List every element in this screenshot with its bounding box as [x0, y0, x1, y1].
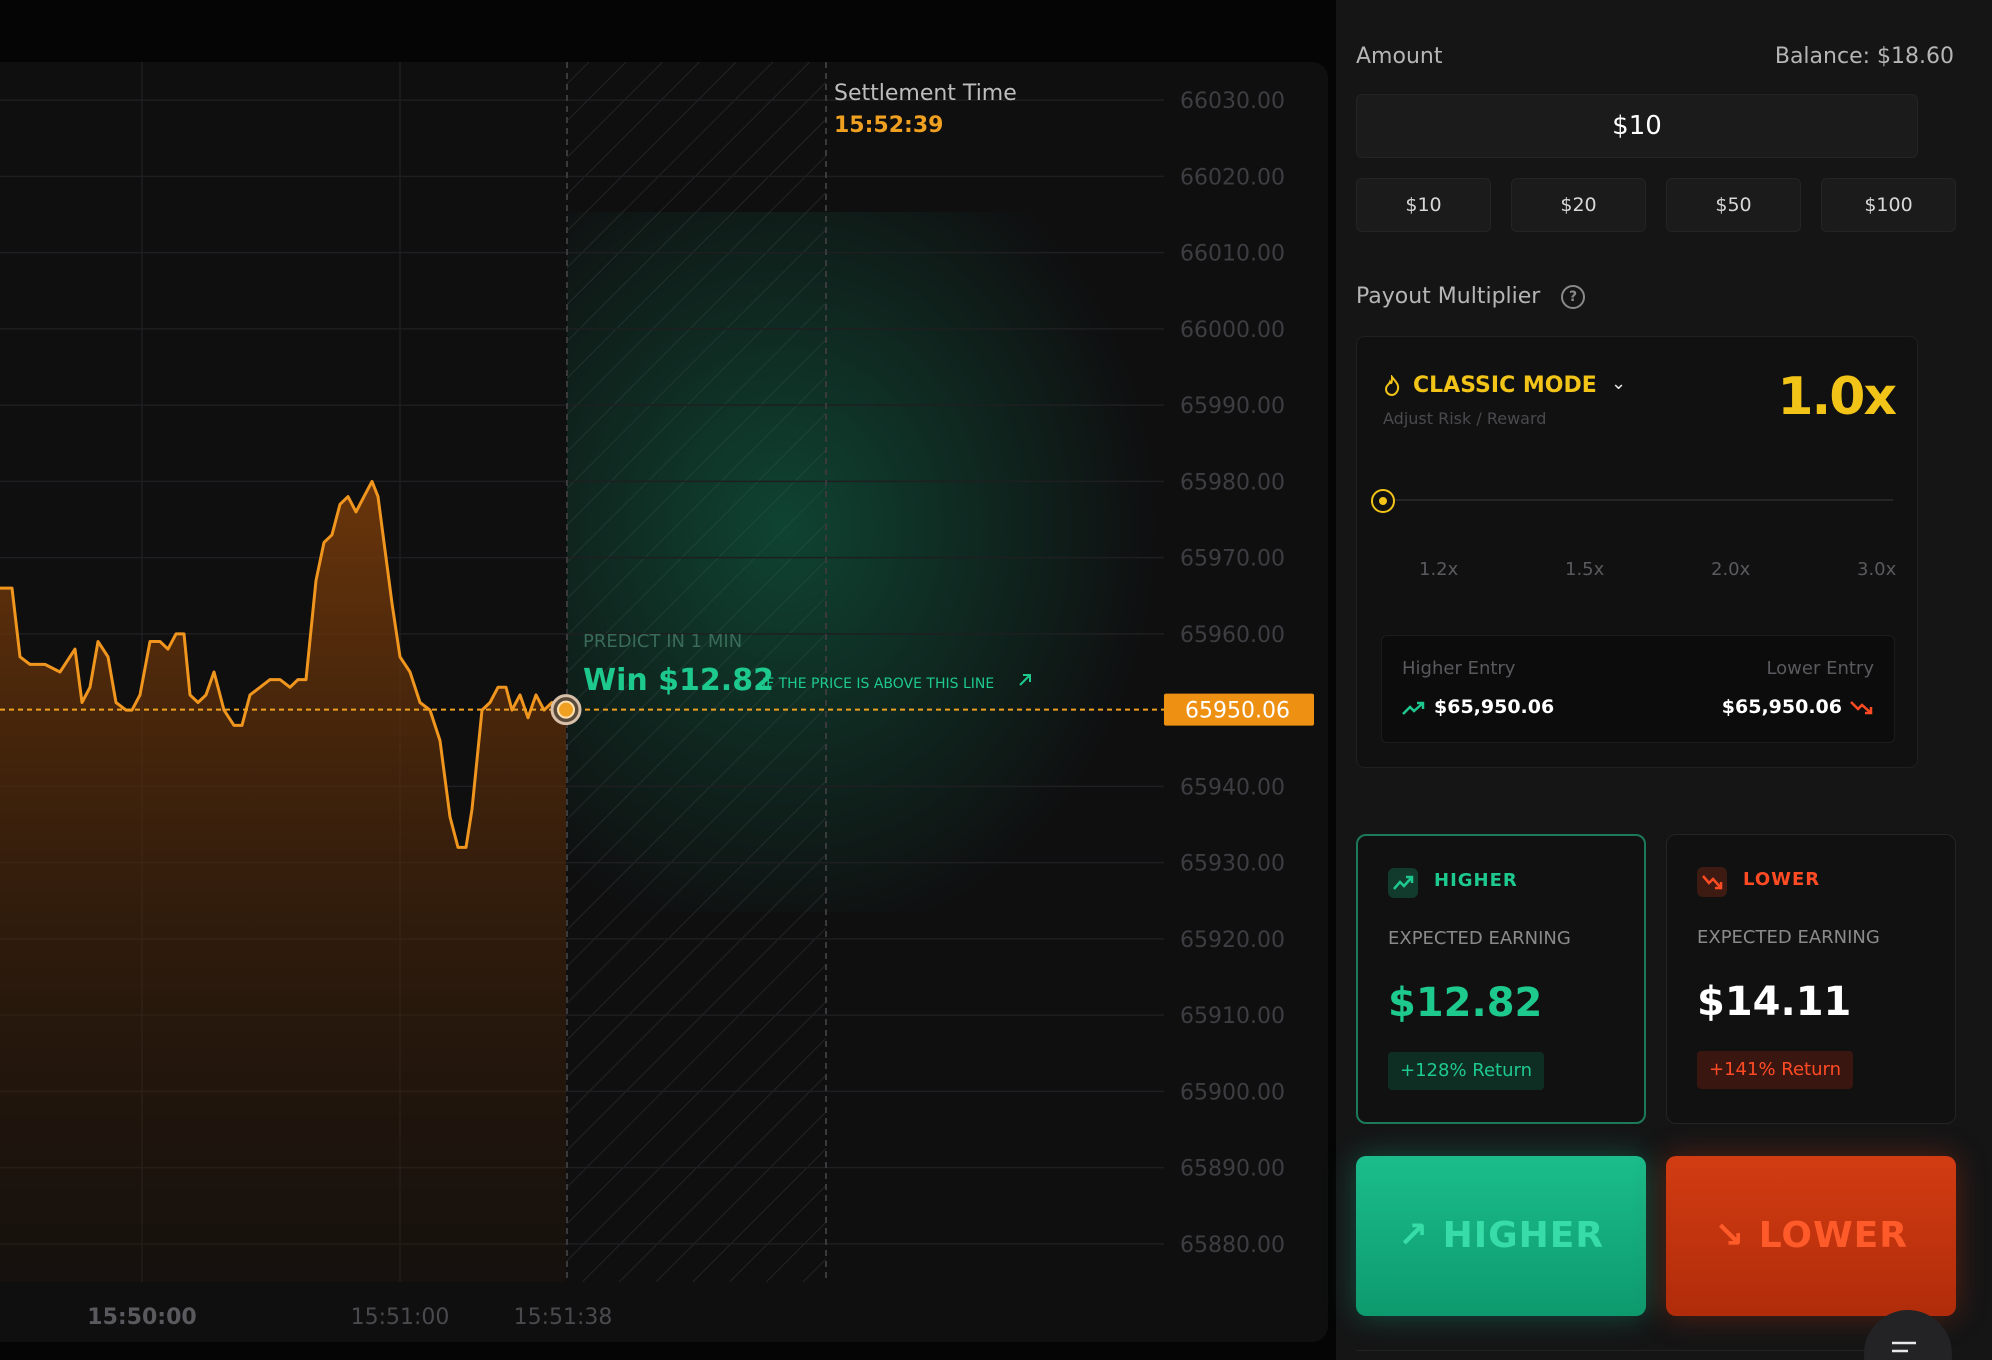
divider	[1356, 1350, 1918, 1351]
sort-icon	[1892, 1341, 1916, 1353]
lower-prediction-card[interactable]: LOWER EXPECTED EARNING $14.11 +141% Retu…	[1666, 834, 1956, 1124]
trend-down-icon	[1697, 867, 1727, 897]
x-tick-label: 15:50:00	[87, 1305, 196, 1330]
mode-selector[interactable]: CLASSIC MODE	[1413, 373, 1597, 398]
trend-up-icon	[1402, 701, 1425, 715]
lower-card-title: LOWER	[1743, 869, 1821, 890]
y-tick-label: 65930.00	[1180, 852, 1285, 877]
amount-input[interactable]: $10	[1356, 94, 1918, 158]
y-tick-label: 65900.00	[1180, 1080, 1285, 1105]
mode-subtitle: Adjust Risk / Reward	[1383, 409, 1547, 428]
y-tick-label: 65940.00	[1180, 775, 1285, 800]
settlement-label: Settlement Time	[834, 81, 1017, 106]
y-tick-label: 66000.00	[1180, 318, 1285, 343]
price-area	[0, 481, 566, 1282]
arrow-up-right-icon: ↗	[1397, 1215, 1443, 1256]
lower-expected-earning: $14.11	[1697, 979, 1852, 1025]
y-tick-label: 65910.00	[1180, 1004, 1285, 1029]
multiplier-mark[interactable]: 1.2x	[1419, 559, 1458, 580]
current-price-marker-dot	[557, 700, 575, 719]
lower-button-label: LOWER	[1758, 1215, 1908, 1256]
y-tick-label: 65880.00	[1180, 1233, 1285, 1258]
higher-entry-label: Higher Entry	[1402, 658, 1516, 679]
menu-fab-button[interactable]	[1864, 1310, 1952, 1360]
payout-multiplier-label: Payout Multiplier	[1356, 284, 1541, 309]
amount-chip-20[interactable]: $20	[1511, 178, 1646, 232]
lower-button[interactable]: ↘ LOWER	[1666, 1156, 1956, 1316]
lower-entry-value: $65,950.06	[1721, 696, 1842, 718]
multiplier-value: 1.0x	[1777, 367, 1897, 427]
lower-card-subtitle: EXPECTED EARNING	[1697, 927, 1880, 948]
amount-label: Amount	[1356, 44, 1443, 69]
lower-entry-label: Lower Entry	[1766, 658, 1874, 679]
entry-prices-box: Higher Entry $65,950.06 Lower Entry $65,…	[1381, 635, 1895, 743]
trend-up-icon	[1388, 868, 1418, 898]
prediction-glow	[567, 212, 1187, 912]
multiplier-mark[interactable]: 3.0x	[1857, 559, 1896, 580]
y-tick-label: 65890.00	[1180, 1157, 1285, 1182]
price-chart[interactable]: 66030.00 66020.00 66010.00 66000.00 65990.00…	[0, 62, 1328, 1342]
x-axis: 15:50:00 15:51:00 15:51:38	[87, 1305, 612, 1330]
amount-chip-50[interactable]: $50	[1666, 178, 1801, 232]
multiplier-slider-thumb[interactable]	[1371, 489, 1395, 513]
settlement-time: 15:52:39	[834, 113, 943, 138]
multiplier-slider-track[interactable]	[1383, 499, 1893, 501]
flame-icon	[1384, 375, 1400, 397]
trade-sidebar: Amount Balance: $18.60 $10 $10 $20 $50 $…	[1336, 0, 1992, 1360]
y-axis: 66030.00 66020.00 66010.00 66000.00 65990.00…	[1180, 89, 1285, 1258]
win-amount-label: Win $12.82	[583, 663, 774, 698]
predict-label: PREDICT IN 1 MIN	[583, 631, 742, 652]
y-tick-label: 66030.00	[1180, 89, 1285, 114]
help-icon[interactable]: ?	[1561, 285, 1585, 309]
y-tick-label: 66020.00	[1180, 165, 1285, 190]
higher-button[interactable]: ↗ HIGHER	[1356, 1156, 1646, 1316]
higher-card-subtitle: EXPECTED EARNING	[1388, 928, 1571, 949]
price-chart-panel[interactable]: 66030.00 66020.00 66010.00 66000.00 65990.00…	[0, 62, 1328, 1342]
higher-entry-value: $65,950.06	[1434, 696, 1555, 718]
win-condition-label: IF THE PRICE IS ABOVE THIS LINE	[762, 676, 994, 692]
x-tick-label: 15:51:00	[351, 1305, 450, 1330]
trend-down-icon	[1850, 701, 1873, 715]
multiplier-mark[interactable]: 1.5x	[1565, 559, 1604, 580]
y-tick-label: 65980.00	[1180, 470, 1285, 495]
arrow-down-right-icon: ↘	[1714, 1215, 1759, 1256]
y-tick-label: 65920.00	[1180, 928, 1285, 953]
mode-card: CLASSIC MODE ⌄ Adjust Risk / Reward 1.0x…	[1356, 336, 1918, 768]
y-tick-label: 65990.00	[1180, 394, 1285, 419]
amount-chip-100[interactable]: $100	[1821, 178, 1956, 232]
y-tick-label: 65970.00	[1180, 547, 1285, 572]
higher-expected-earning: $12.82	[1388, 980, 1543, 1026]
higher-prediction-card[interactable]: HIGHER EXPECTED EARNING $12.82 +128% Ret…	[1356, 834, 1646, 1124]
y-tick-label: 66010.00	[1180, 242, 1285, 267]
amount-chip-10[interactable]: $10	[1356, 178, 1491, 232]
higher-card-title: HIGHER	[1434, 870, 1518, 891]
x-tick-label: 15:51:38	[514, 1305, 613, 1330]
chevron-down-icon[interactable]: ⌄	[1611, 373, 1626, 394]
higher-button-label: HIGHER	[1442, 1215, 1605, 1256]
lower-return-badge: +141% Return	[1697, 1051, 1853, 1089]
current-price-tag-label: 65950.06	[1185, 699, 1290, 724]
balance-label: Balance: $18.60	[1774, 44, 1954, 69]
multiplier-mark[interactable]: 2.0x	[1711, 559, 1750, 580]
higher-return-badge: +128% Return	[1388, 1052, 1544, 1090]
y-tick-label: 65960.00	[1180, 623, 1285, 648]
